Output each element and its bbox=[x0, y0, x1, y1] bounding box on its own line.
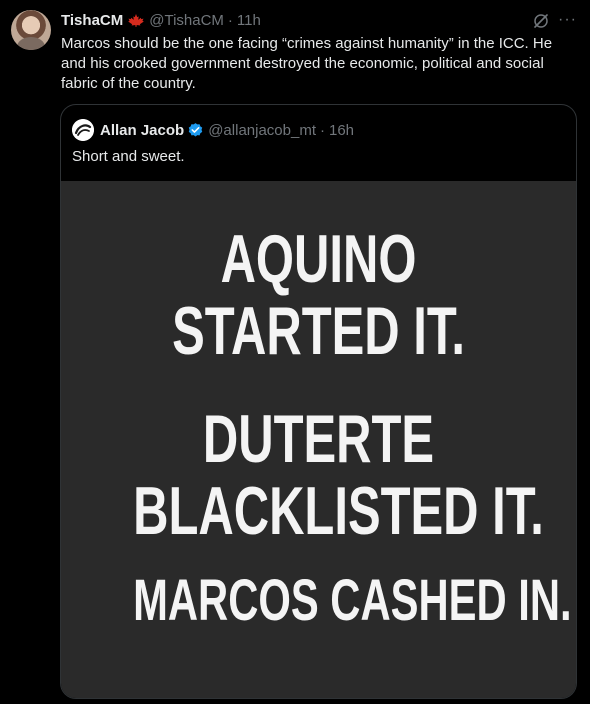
canada-flag-icon bbox=[128, 14, 145, 27]
quote-image[interactable]: AQUINO STARTED IT. DUTERTE BLACKLISTED I… bbox=[61, 181, 576, 698]
quote-timestamp[interactable]: 16h bbox=[329, 122, 354, 139]
quote-tweet[interactable]: Allan Jacob @allanjacob_mt · 16h Short a… bbox=[60, 104, 577, 699]
grok-icon[interactable] bbox=[532, 12, 550, 30]
avatar[interactable] bbox=[11, 10, 51, 50]
more-icon[interactable]: ··· bbox=[558, 11, 580, 29]
tweet-text: Marcos should be the one facing “crimes … bbox=[61, 35, 553, 92]
verified-badge-icon bbox=[188, 122, 203, 137]
poster-line-aquino: AQUINO bbox=[220, 221, 417, 297]
poster-line-duterte: DUTERTE bbox=[202, 401, 435, 477]
quote-text: Short and sweet. bbox=[72, 148, 185, 165]
timestamp[interactable]: 11h bbox=[237, 12, 261, 29]
handle[interactable]: @TishaCM bbox=[149, 12, 224, 29]
poster-line-started-it: STARTED IT. bbox=[172, 293, 465, 369]
quote-header: Allan Jacob @allanjacob_mt · 16h bbox=[72, 119, 354, 141]
quote-separator-dot: · bbox=[320, 121, 325, 139]
avatar-shoulders bbox=[17, 37, 45, 50]
quote-handle[interactable]: @allanjacob_mt bbox=[208, 122, 316, 139]
display-name[interactable]: TishaCM bbox=[61, 12, 123, 29]
quote-avatar[interactable] bbox=[72, 119, 94, 141]
tweet[interactable]: TishaCM @TishaCM · 11h ··· Marcos should… bbox=[0, 0, 590, 704]
poster-line-blacklisted-it: BLACKLISTED IT. bbox=[133, 473, 544, 549]
poster-line-marcos-cashed-in: MARCOS CASHED IN. bbox=[133, 568, 572, 633]
quote-avatar-logo bbox=[72, 119, 94, 141]
tweet-header: TishaCM @TishaCM · 11h bbox=[61, 10, 261, 30]
quote-display-name[interactable]: Allan Jacob bbox=[100, 122, 184, 139]
separator-dot: · bbox=[227, 11, 233, 29]
